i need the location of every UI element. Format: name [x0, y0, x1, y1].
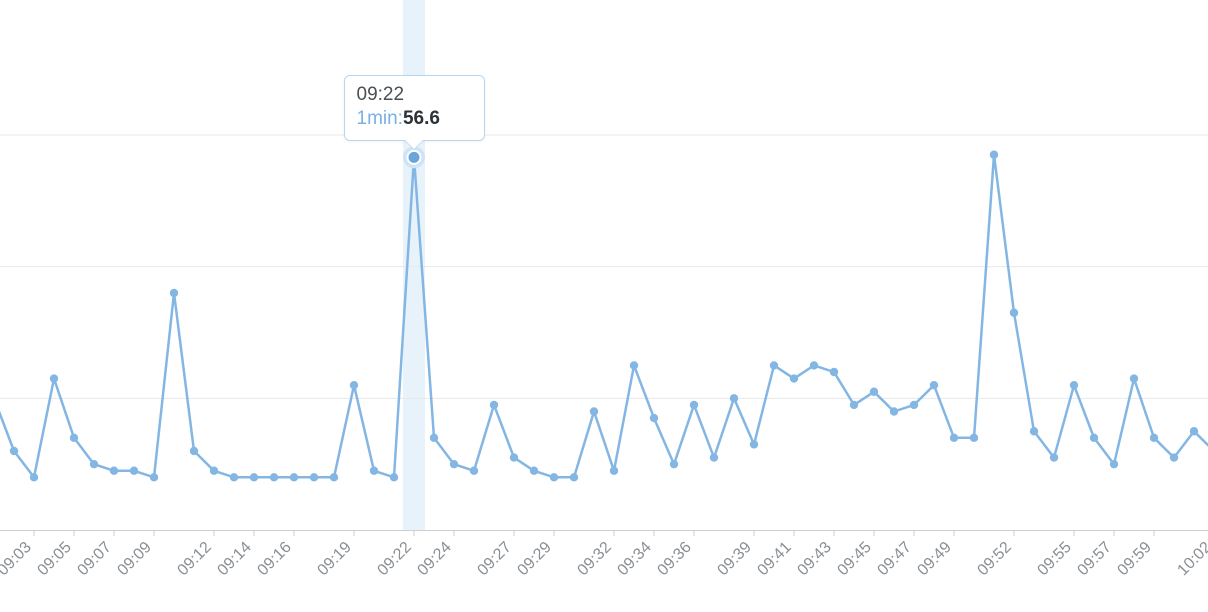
data-point[interactable]	[730, 394, 738, 402]
data-point[interactable]	[110, 467, 118, 475]
data-point[interactable]	[450, 460, 458, 468]
data-point[interactable]	[1090, 434, 1098, 442]
data-point[interactable]	[470, 467, 478, 475]
data-point[interactable]	[930, 381, 938, 389]
data-point[interactable]	[890, 407, 898, 415]
data-point[interactable]	[1070, 381, 1078, 389]
line-chart[interactable]: 09:0109:0309:0509:0709:0909:1209:1409:16…	[0, 0, 1208, 612]
x-tick-label: 09:24	[414, 539, 454, 579]
data-point[interactable]	[570, 473, 578, 481]
data-point[interactable]	[50, 374, 58, 382]
data-point[interactable]	[1110, 460, 1118, 468]
x-tick-label: 09:59	[1114, 539, 1154, 579]
data-point[interactable]	[990, 151, 998, 159]
x-tick-label: 09:09	[114, 539, 154, 579]
data-point[interactable]	[770, 361, 778, 369]
data-point[interactable]	[1170, 453, 1178, 461]
x-tick-label: 09:27	[474, 539, 514, 579]
x-tick-label: 09:45	[834, 539, 874, 579]
x-tick-label: 09:14	[214, 539, 254, 579]
data-point[interactable]	[390, 473, 398, 481]
data-point[interactable]	[1150, 434, 1158, 442]
data-point[interactable]	[750, 440, 758, 448]
data-point[interactable]	[1030, 427, 1038, 435]
x-tick-label: 09:36	[654, 539, 694, 579]
data-point[interactable]	[630, 361, 638, 369]
x-tick-label: 09:03	[0, 539, 35, 579]
x-tick-label: 09:29	[514, 539, 554, 579]
x-tick-label: 09:39	[714, 539, 754, 579]
data-point[interactable]	[250, 473, 258, 481]
x-tick-label: 09:41	[754, 539, 794, 579]
x-tick-label: 10:02	[1174, 539, 1208, 579]
data-point[interactable]	[550, 473, 558, 481]
data-point[interactable]	[10, 447, 18, 455]
tooltip-series-name: 1min:	[357, 108, 403, 129]
x-tick-label: 09:55	[1034, 539, 1074, 579]
data-point[interactable]	[130, 467, 138, 475]
x-tick-label: 09:57	[1074, 539, 1114, 579]
data-point[interactable]	[510, 453, 518, 461]
data-point[interactable]	[710, 453, 718, 461]
data-point[interactable]	[350, 381, 358, 389]
x-tick-label: 09:32	[574, 539, 614, 579]
data-point[interactable]	[210, 467, 218, 475]
chart-container: 09:0109:0309:0509:0709:0909:1209:1409:16…	[0, 0, 1208, 612]
data-point[interactable]	[70, 434, 78, 442]
data-point[interactable]	[170, 289, 178, 297]
tooltip-time: 09:22	[357, 84, 472, 106]
data-point[interactable]	[850, 401, 858, 409]
data-point[interactable]	[330, 473, 338, 481]
data-point[interactable]	[150, 473, 158, 481]
data-point[interactable]	[670, 460, 678, 468]
x-tick-label: 09:05	[34, 539, 74, 579]
tooltip-value-row: 1min:56.6	[357, 108, 472, 130]
x-tick-label: 09:34	[614, 539, 654, 579]
x-tick-label: 09:52	[974, 539, 1014, 579]
data-point[interactable]	[970, 434, 978, 442]
data-point[interactable]	[530, 467, 538, 475]
x-tick-label: 09:19	[314, 539, 354, 579]
data-point[interactable]	[910, 401, 918, 409]
x-tick-label: 09:16	[254, 539, 294, 579]
data-point[interactable]	[1050, 453, 1058, 461]
x-tick-label: 09:43	[794, 539, 834, 579]
data-point[interactable]	[430, 434, 438, 442]
data-point[interactable]	[190, 447, 198, 455]
data-point[interactable]	[950, 434, 958, 442]
data-point[interactable]	[830, 368, 838, 376]
data-point[interactable]	[810, 361, 818, 369]
data-point[interactable]	[490, 401, 498, 409]
tooltip-value: 56.6	[403, 108, 440, 129]
series-line	[0, 155, 1208, 478]
x-tick-label: 09:47	[874, 539, 914, 579]
data-point[interactable]	[1190, 427, 1198, 435]
data-point[interactable]	[270, 473, 278, 481]
data-point[interactable]	[370, 467, 378, 475]
x-tick-label: 09:12	[174, 539, 214, 579]
highlight-point[interactable]	[408, 151, 421, 164]
x-tick-label: 09:07	[74, 539, 114, 579]
data-point[interactable]	[1010, 309, 1018, 317]
data-point[interactable]	[690, 401, 698, 409]
chart-tooltip: 09:22 1min:56.6	[344, 75, 485, 141]
data-point[interactable]	[290, 473, 298, 481]
data-point[interactable]	[790, 374, 798, 382]
data-point[interactable]	[230, 473, 238, 481]
data-point[interactable]	[650, 414, 658, 422]
x-tick-label: 09:49	[914, 539, 954, 579]
data-point[interactable]	[310, 473, 318, 481]
data-point[interactable]	[90, 460, 98, 468]
data-point[interactable]	[1130, 374, 1138, 382]
x-tick-label: 09:22	[374, 539, 414, 579]
data-point[interactable]	[610, 467, 618, 475]
data-point[interactable]	[30, 473, 38, 481]
data-point[interactable]	[870, 388, 878, 396]
data-point[interactable]	[590, 407, 598, 415]
